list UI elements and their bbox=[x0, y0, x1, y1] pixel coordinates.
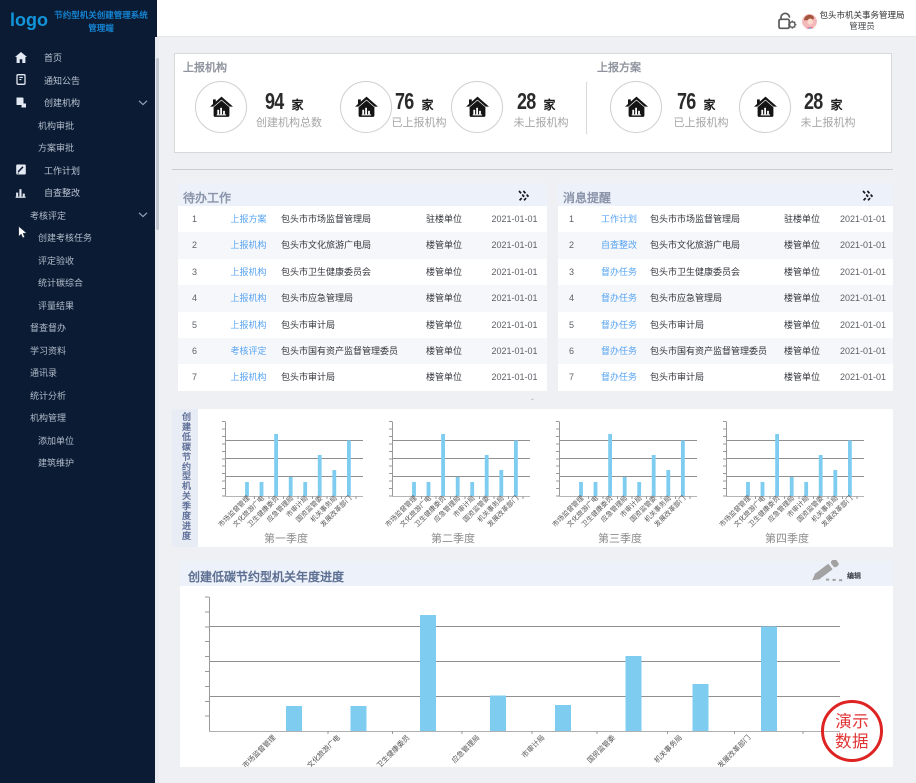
svg-text:市审计局: 市审计局 bbox=[520, 733, 547, 760]
svg-text:应急管理局: 应急管理局 bbox=[450, 733, 482, 765]
svg-text:第一季度: 第一季度 bbox=[264, 531, 308, 545]
svg-text:第三季度: 第三季度 bbox=[598, 531, 642, 545]
svg-text:发展改革部门: 发展改革部门 bbox=[716, 733, 753, 767]
svg-text:机关事务局: 机关事务局 bbox=[652, 733, 684, 765]
svg-text:市场监督管理: 市场监督管理 bbox=[241, 733, 278, 767]
svg-text:卫生健康委员: 卫生健康委员 bbox=[375, 733, 412, 767]
svg-text:国资监管委: 国资监管委 bbox=[585, 733, 617, 765]
svg-text:第二季度: 第二季度 bbox=[431, 531, 475, 545]
svg-text:文化旅游广电: 文化旅游广电 bbox=[305, 733, 342, 767]
svg-text:第四季度: 第四季度 bbox=[765, 531, 809, 545]
